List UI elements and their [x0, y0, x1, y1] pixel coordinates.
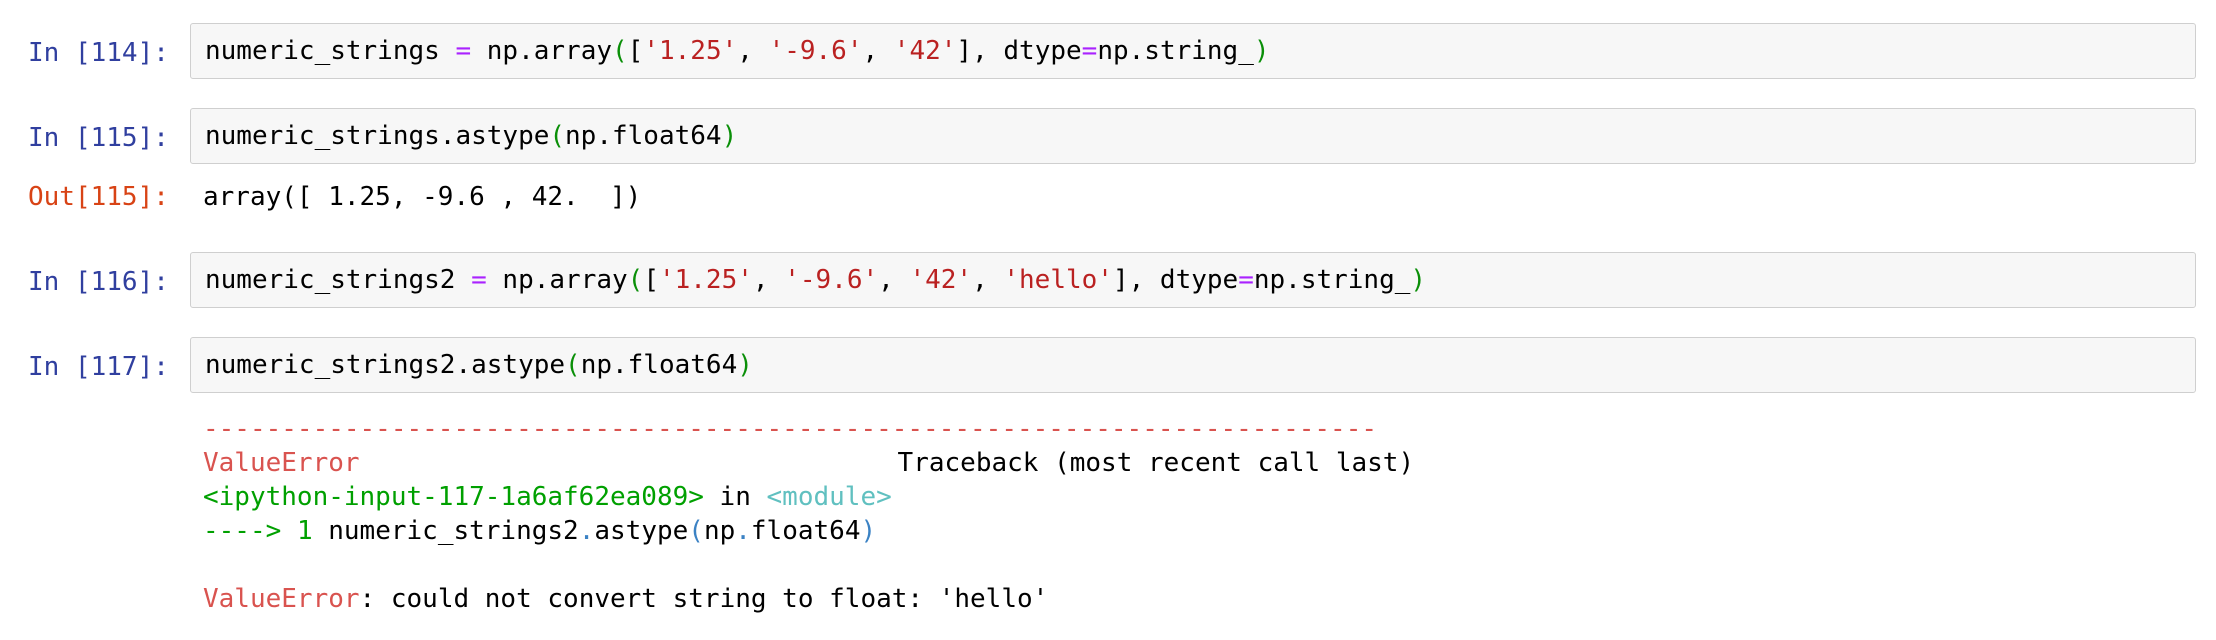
code-cell-115[interactable]: numeric_strings.astype(np.float64) — [190, 108, 2196, 164]
code-token: numeric_strings2 — [328, 516, 579, 546]
traceback-header-text: Traceback (most recent call last) — [897, 448, 1415, 478]
in-prompt-117: In [117]: — [28, 352, 169, 382]
traceback-in: in — [703, 482, 767, 512]
code-token: dtype — [1159, 265, 1239, 295]
code-token: ) — [721, 121, 738, 151]
notebook: In [114]: numeric_strings = np.array(['1… — [0, 0, 2216, 640]
code-token: '1.25' — [643, 36, 738, 66]
code-token: ( — [688, 516, 704, 546]
traceback-line: ----> 1 numeric_strings2.astype(np.float… — [203, 516, 876, 546]
traceback-input-ref: <ipython-input-117-1a6af62ea089> — [203, 482, 704, 512]
code-line: numeric_strings2.astype(np.float64) — [205, 350, 753, 380]
traceback-line-number: 1 — [296, 516, 313, 546]
code-token: '42' — [893, 36, 957, 66]
code-token: numeric_strings2.astype — [205, 350, 566, 380]
traceback-location: <ipython-input-117-1a6af62ea089> in <mod… — [203, 482, 892, 512]
code-line: numeric_strings.astype(np.float64) — [205, 121, 737, 151]
code-token: numeric_strings2 — [205, 265, 456, 295]
code-token: [ — [627, 36, 644, 66]
traceback-final-error: ValueError — [203, 584, 360, 614]
code-token: dtype — [1003, 36, 1082, 66]
code-token: ( — [549, 121, 566, 151]
code-token: '-9.6' — [768, 36, 863, 66]
traceback-module: <module> — [766, 482, 892, 512]
output-115: array([ 1.25, -9.6 , 42. ]) — [203, 182, 642, 212]
code-cell-116[interactable]: numeric_strings2 = np.array(['1.25', '-9… — [190, 252, 2196, 308]
traceback-header: ValueError Traceback (most recent call la… — [203, 448, 1414, 478]
traceback-arrow: ----> — [203, 516, 282, 546]
code-token: numeric_strings.astype — [205, 121, 550, 151]
code-token: ( — [627, 265, 644, 295]
code-token: np.float64 — [580, 350, 738, 380]
code-token: ] — [956, 36, 973, 66]
code-token: . — [735, 516, 751, 546]
code-token: = — [455, 36, 472, 66]
code-token: . — [578, 516, 595, 546]
code-token: ] — [1112, 265, 1129, 295]
traceback-final: ValueError: could not convert string to … — [203, 584, 1048, 614]
code-token: ) — [737, 350, 753, 380]
in-prompt-115: In [115]: — [28, 123, 169, 153]
code-token: np.string_ — [1097, 36, 1254, 66]
code-token: ) — [1410, 265, 1427, 295]
in-prompt-116: In [116]: — [28, 267, 169, 297]
code-token: np.array — [486, 36, 613, 66]
code-token: 'hello' — [1003, 265, 1113, 295]
code-token: astype — [594, 516, 689, 546]
code-token: [ — [643, 265, 659, 295]
code-line: numeric_strings2 = np.array(['1.25', '-9… — [205, 265, 1427, 295]
code-line: numeric_strings = np.array(['1.25', '-9.… — [205, 36, 1270, 66]
code-token: float64 — [750, 516, 861, 546]
traceback-rule: ----------------------------------------… — [203, 414, 1377, 444]
code-token: ) — [1253, 36, 1270, 66]
in-prompt-114: In [114]: — [28, 38, 169, 68]
code-cell-117[interactable]: numeric_strings2.astype(np.float64) — [190, 337, 2196, 393]
code-token: '42' — [909, 265, 973, 295]
code-cell-114[interactable]: numeric_strings = np.array(['1.25', '-9.… — [190, 23, 2196, 79]
out-prompt-115: Out[115]: — [28, 182, 169, 212]
code-token: ( — [565, 350, 581, 380]
traceback-error-name: ValueError — [203, 448, 360, 478]
code-token: np.array — [502, 265, 628, 295]
code-token: '-9.6' — [784, 265, 879, 295]
code-token: ) — [860, 516, 877, 546]
code-token: = — [471, 265, 487, 295]
code-token: ( — [612, 36, 628, 66]
traceback-final-message: : could not convert string to float: 'he… — [359, 584, 1049, 614]
code-token: np.string_ — [1253, 265, 1411, 295]
code-token: '1.25' — [658, 265, 753, 295]
code-token: numeric_strings — [205, 36, 440, 66]
code-token: np — [703, 516, 736, 546]
code-token: np.float64 — [565, 121, 722, 151]
